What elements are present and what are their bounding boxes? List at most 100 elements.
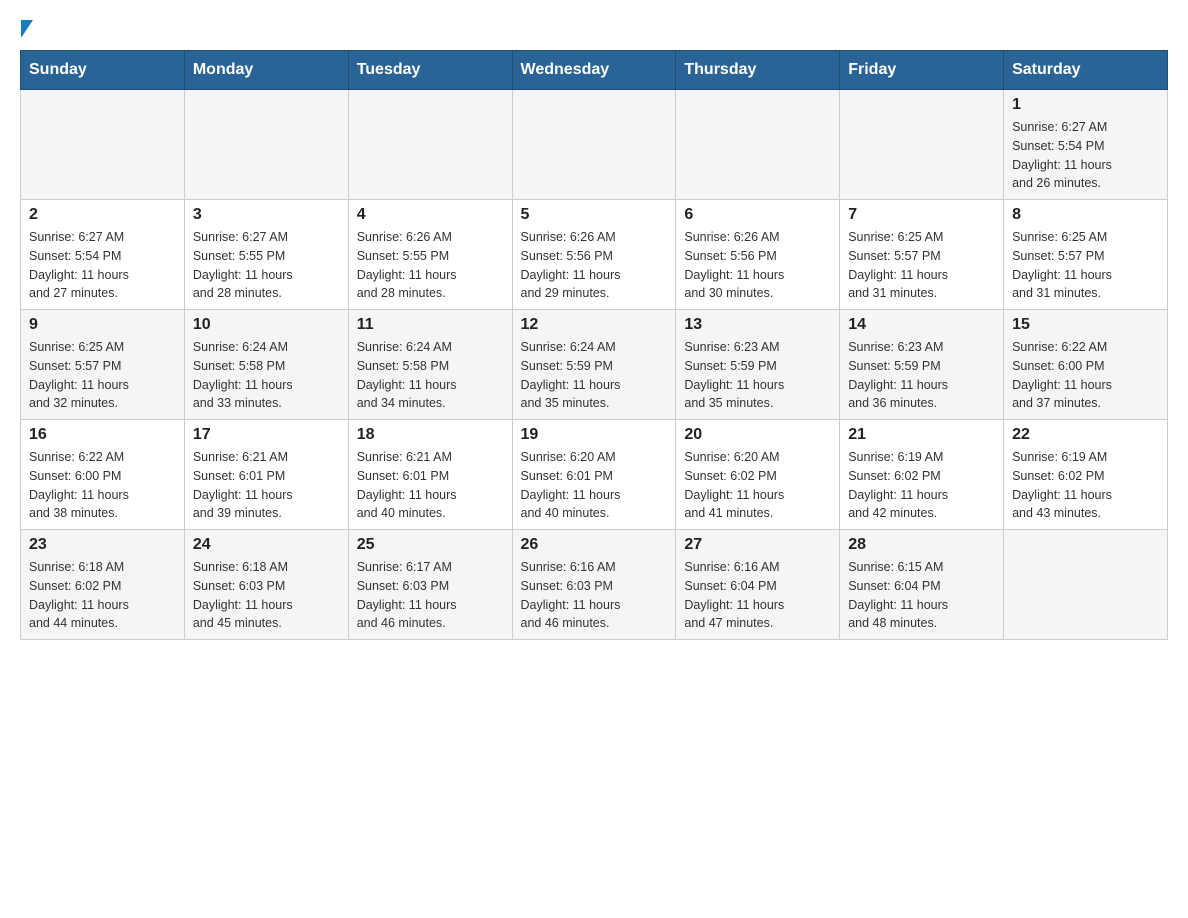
table-row: 14 Sunrise: 6:23 AMSunset: 5:59 PMDayligh… [840, 310, 1004, 420]
table-row: 17 Sunrise: 6:21 AMSunset: 6:01 PMDayligh… [184, 420, 348, 530]
day-number: 19 [521, 426, 668, 444]
day-number: 22 [1012, 426, 1159, 444]
day-info: Sunrise: 6:27 AMSunset: 5:55 PMDaylight:… [193, 228, 340, 303]
day-number: 17 [193, 426, 340, 444]
table-row [348, 90, 512, 200]
day-number: 7 [848, 206, 995, 224]
day-info: Sunrise: 6:27 AMSunset: 5:54 PMDaylight:… [29, 228, 176, 303]
calendar-week-row: 23 Sunrise: 6:18 AMSunset: 6:02 PMDayligh… [21, 530, 1168, 640]
day-info: Sunrise: 6:22 AMSunset: 6:00 PMDaylight:… [29, 448, 176, 523]
day-info: Sunrise: 6:21 AMSunset: 6:01 PMDaylight:… [357, 448, 504, 523]
day-info: Sunrise: 6:15 AMSunset: 6:04 PMDaylight:… [848, 558, 995, 633]
table-row: 15 Sunrise: 6:22 AMSunset: 6:00 PMDayligh… [1004, 310, 1168, 420]
table-row: 1 Sunrise: 6:27 AMSunset: 5:54 PMDaylight… [1004, 90, 1168, 200]
day-info: Sunrise: 6:16 AMSunset: 6:04 PMDaylight:… [684, 558, 831, 633]
day-number: 11 [357, 316, 504, 334]
logo [20, 20, 33, 34]
day-number: 8 [1012, 206, 1159, 224]
day-info: Sunrise: 6:25 AMSunset: 5:57 PMDaylight:… [1012, 228, 1159, 303]
table-row: 2 Sunrise: 6:27 AMSunset: 5:54 PMDaylight… [21, 200, 185, 310]
table-row: 22Sunrise: 6:19 AMSunset: 6:02 PMDayligh… [1004, 420, 1168, 530]
table-row: 7 Sunrise: 6:25 AMSunset: 5:57 PMDaylight… [840, 200, 1004, 310]
header-saturday: Saturday [1004, 51, 1168, 90]
day-number: 25 [357, 536, 504, 554]
table-row [676, 90, 840, 200]
day-info: Sunrise: 6:16 AMSunset: 6:03 PMDaylight:… [521, 558, 668, 633]
day-number: 2 [29, 206, 176, 224]
table-row: 13 Sunrise: 6:23 AMSunset: 5:59 PMDayligh… [676, 310, 840, 420]
day-number: 12 [521, 316, 668, 334]
day-info: Sunrise: 6:20 AMSunset: 6:02 PMDaylight:… [684, 448, 831, 523]
calendar-week-row: 2 Sunrise: 6:27 AMSunset: 5:54 PMDaylight… [21, 200, 1168, 310]
day-number: 26 [521, 536, 668, 554]
table-row [21, 90, 185, 200]
calendar-week-row: 9 Sunrise: 6:25 AMSunset: 5:57 PMDaylight… [21, 310, 1168, 420]
day-info: Sunrise: 6:17 AMSunset: 6:03 PMDaylight:… [357, 558, 504, 633]
table-row: 18 Sunrise: 6:21 AMSunset: 6:01 PMDayligh… [348, 420, 512, 530]
table-row: 20 Sunrise: 6:20 AMSunset: 6:02 PMDayligh… [676, 420, 840, 530]
calendar-week-row: 16 Sunrise: 6:22 AMSunset: 6:00 PMDayligh… [21, 420, 1168, 530]
day-number: 14 [848, 316, 995, 334]
table-row: 8 Sunrise: 6:25 AMSunset: 5:57 PMDaylight… [1004, 200, 1168, 310]
table-row: 12 Sunrise: 6:24 AMSunset: 5:59 PMDayligh… [512, 310, 676, 420]
day-number: 18 [357, 426, 504, 444]
header-wednesday: Wednesday [512, 51, 676, 90]
day-number: 24 [193, 536, 340, 554]
day-number: 13 [684, 316, 831, 334]
day-number: 4 [357, 206, 504, 224]
day-info: Sunrise: 6:23 AMSunset: 5:59 PMDaylight:… [848, 338, 995, 413]
day-number: 9 [29, 316, 176, 334]
table-row: 11 Sunrise: 6:24 AMSunset: 5:58 PMDayligh… [348, 310, 512, 420]
table-row [512, 90, 676, 200]
day-number: 10 [193, 316, 340, 334]
day-info: Sunrise: 6:23 AMSunset: 5:59 PMDaylight:… [684, 338, 831, 413]
table-row [1004, 530, 1168, 640]
day-info: Sunrise: 6:18 AMSunset: 6:02 PMDaylight:… [29, 558, 176, 633]
day-info: Sunrise: 6:21 AMSunset: 6:01 PMDaylight:… [193, 448, 340, 523]
table-row: 16 Sunrise: 6:22 AMSunset: 6:00 PMDayligh… [21, 420, 185, 530]
day-info: Sunrise: 6:18 AMSunset: 6:03 PMDaylight:… [193, 558, 340, 633]
day-number: 20 [684, 426, 831, 444]
day-info: Sunrise: 6:24 AMSunset: 5:58 PMDaylight:… [357, 338, 504, 413]
table-row: 4Sunrise: 6:26 AMSunset: 5:55 PMDaylight… [348, 200, 512, 310]
day-info: Sunrise: 6:24 AMSunset: 5:58 PMDaylight:… [193, 338, 340, 413]
table-row: 27 Sunrise: 6:16 AMSunset: 6:04 PMDayligh… [676, 530, 840, 640]
table-row: 21 Sunrise: 6:19 AMSunset: 6:02 PMDayligh… [840, 420, 1004, 530]
day-info: Sunrise: 6:22 AMSunset: 6:00 PMDaylight:… [1012, 338, 1159, 413]
header-thursday: Thursday [676, 51, 840, 90]
table-row: 23 Sunrise: 6:18 AMSunset: 6:02 PMDayligh… [21, 530, 185, 640]
table-row: 19 Sunrise: 6:20 AMSunset: 6:01 PMDayligh… [512, 420, 676, 530]
table-row: 28Sunrise: 6:15 AMSunset: 6:04 PMDayligh… [840, 530, 1004, 640]
page-header [20, 20, 1168, 34]
calendar-header-row: Sunday Monday Tuesday Wednesday Thursday… [21, 51, 1168, 90]
day-number: 3 [193, 206, 340, 224]
table-row: 26 Sunrise: 6:16 AMSunset: 6:03 PMDayligh… [512, 530, 676, 640]
logo-triangle-icon [21, 20, 33, 38]
header-sunday: Sunday [21, 51, 185, 90]
calendar-week-row: 1 Sunrise: 6:27 AMSunset: 5:54 PMDaylight… [21, 90, 1168, 200]
day-number: 27 [684, 536, 831, 554]
table-row: 5 Sunrise: 6:26 AMSunset: 5:56 PMDaylight… [512, 200, 676, 310]
day-number: 23 [29, 536, 176, 554]
day-number: 21 [848, 426, 995, 444]
day-number: 15 [1012, 316, 1159, 334]
day-info: Sunrise: 6:24 AMSunset: 5:59 PMDaylight:… [521, 338, 668, 413]
header-friday: Friday [840, 51, 1004, 90]
day-info: Sunrise: 6:19 AMSunset: 6:02 PMDaylight:… [848, 448, 995, 523]
day-info: Sunrise: 6:27 AMSunset: 5:54 PMDaylight:… [1012, 118, 1159, 193]
day-info: Sunrise: 6:26 AMSunset: 5:56 PMDaylight:… [521, 228, 668, 303]
table-row: 9 Sunrise: 6:25 AMSunset: 5:57 PMDaylight… [21, 310, 185, 420]
header-monday: Monday [184, 51, 348, 90]
table-row: 10 Sunrise: 6:24 AMSunset: 5:58 PMDayligh… [184, 310, 348, 420]
day-info: Sunrise: 6:25 AMSunset: 5:57 PMDaylight:… [848, 228, 995, 303]
table-row: 24 Sunrise: 6:18 AMSunset: 6:03 PMDayligh… [184, 530, 348, 640]
day-info: Sunrise: 6:25 AMSunset: 5:57 PMDaylight:… [29, 338, 176, 413]
day-number: 6 [684, 206, 831, 224]
table-row: 6Sunrise: 6:26 AMSunset: 5:56 PMDaylight… [676, 200, 840, 310]
day-number: 5 [521, 206, 668, 224]
calendar-table: Sunday Monday Tuesday Wednesday Thursday… [20, 50, 1168, 640]
day-number: 1 [1012, 96, 1159, 114]
day-number: 16 [29, 426, 176, 444]
table-row [184, 90, 348, 200]
day-info: Sunrise: 6:20 AMSunset: 6:01 PMDaylight:… [521, 448, 668, 523]
